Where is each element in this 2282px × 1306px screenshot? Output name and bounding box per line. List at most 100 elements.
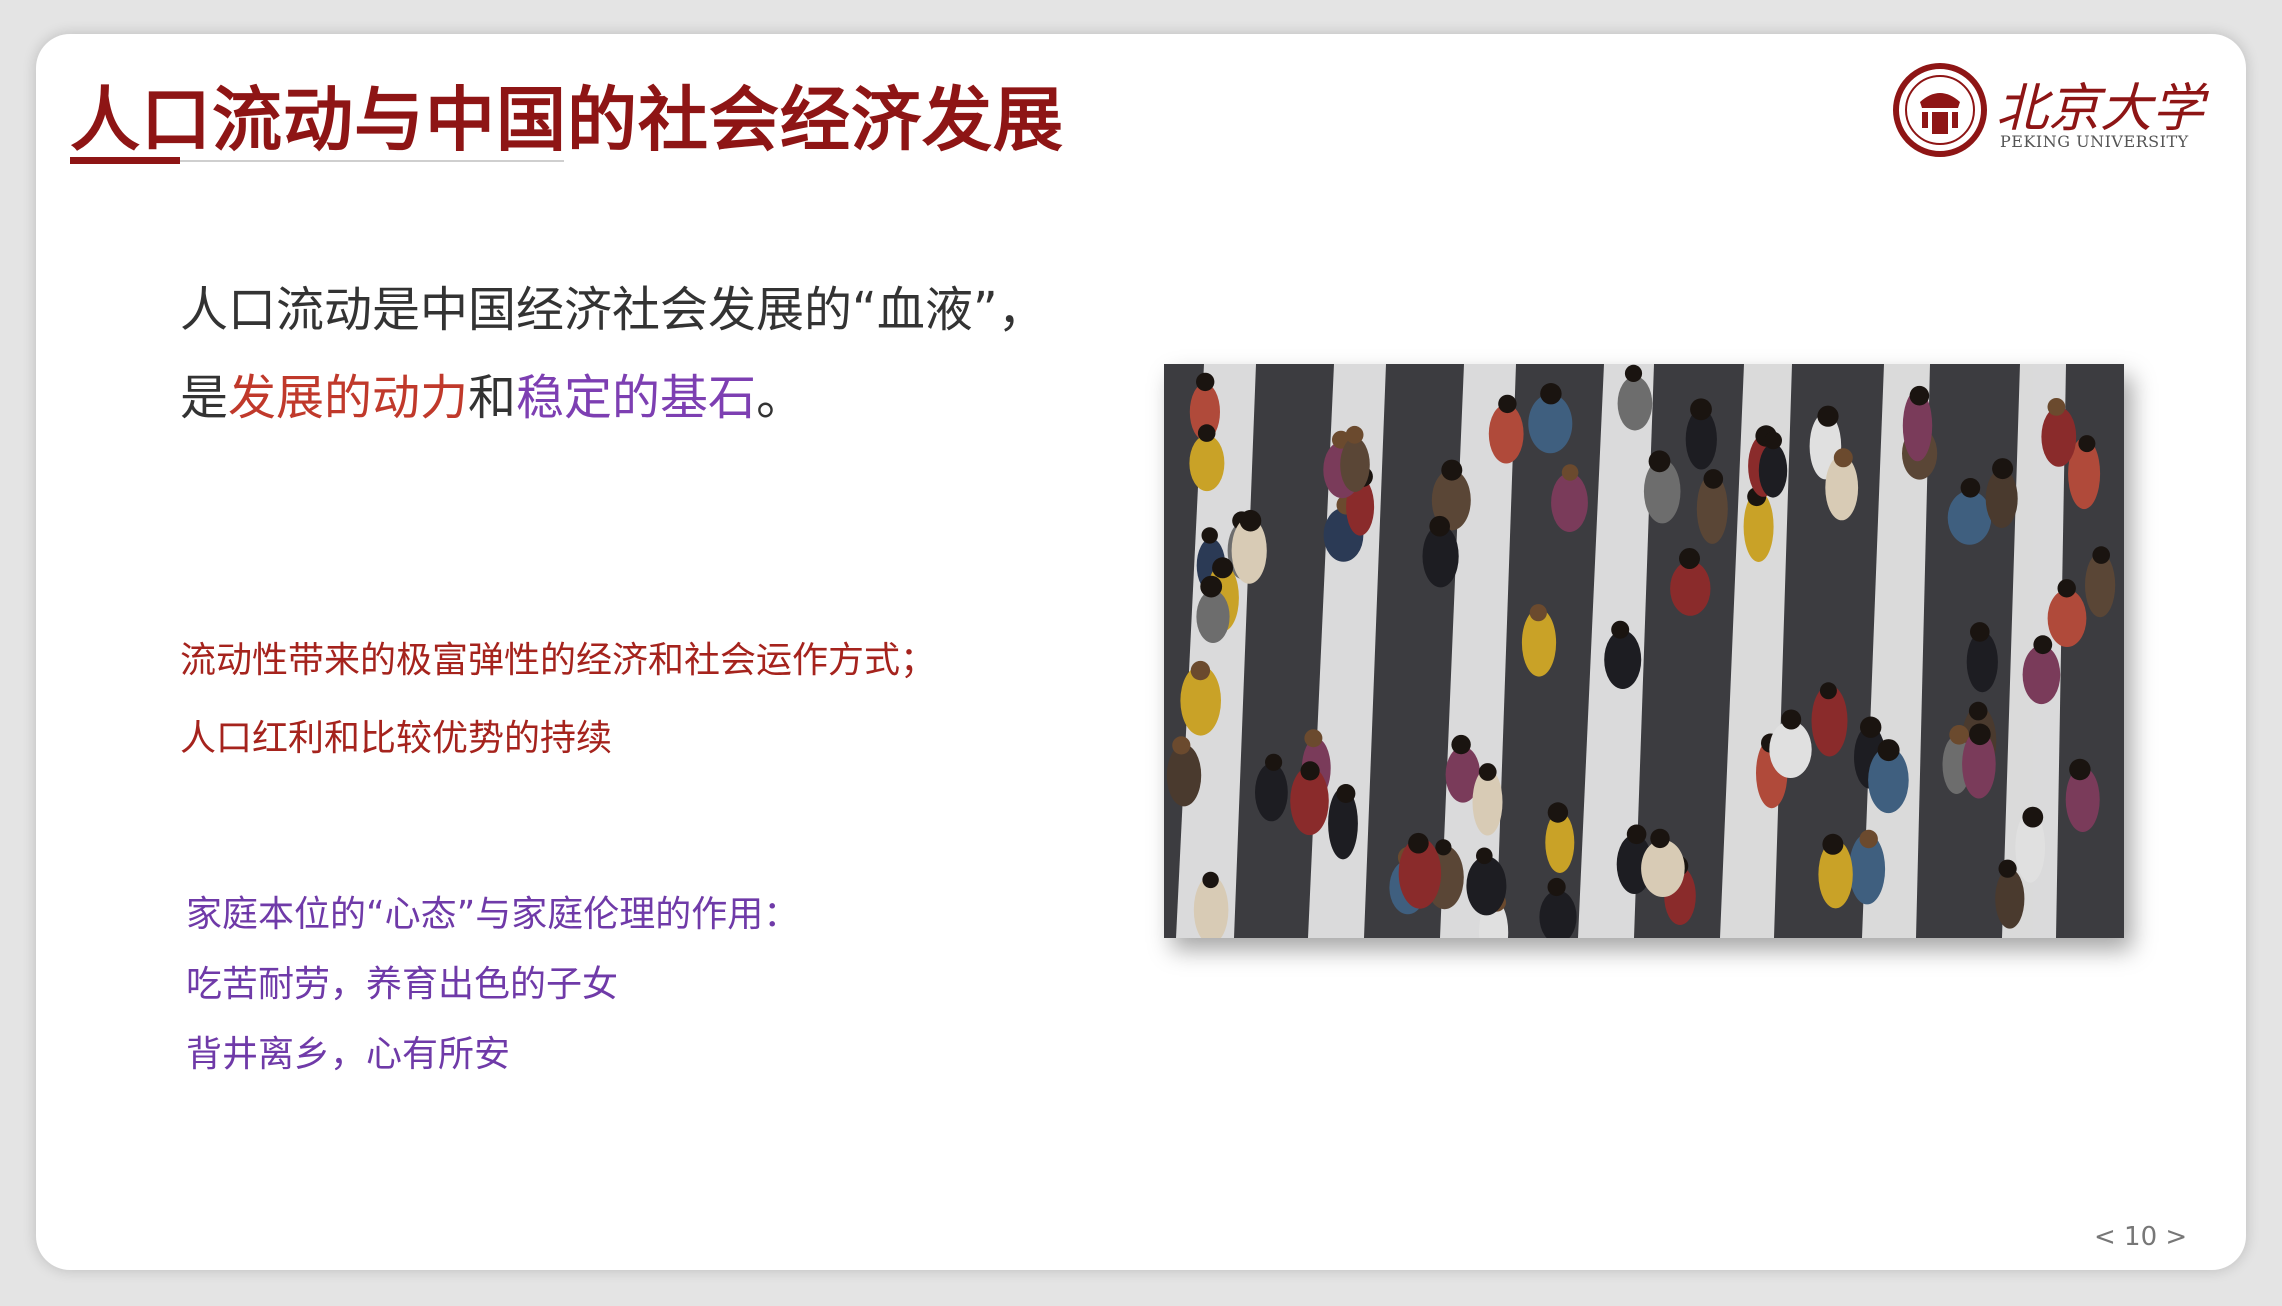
- pedestrian-head: [1200, 575, 1223, 598]
- pedestrian-head: [1239, 509, 1262, 532]
- pedestrian-body: [1641, 839, 1685, 897]
- pedestrian-head: [1212, 557, 1234, 579]
- pedestrian-head: [1960, 478, 1981, 498]
- pedestrian-head: [1781, 709, 1802, 730]
- pedestrian-head: [1949, 725, 1969, 745]
- lead-line-1: 人口流动是中国经济社会发展的“血液”，: [180, 282, 1046, 338]
- pedestrian-head: [1547, 802, 1569, 823]
- family-point: 背井离乡，心有所安: [186, 1034, 511, 1075]
- pedestrian-body: [2047, 589, 2087, 647]
- family-point: 家庭本位的“心态”与家庭伦理的作用：: [186, 894, 800, 935]
- pedestrian-head: [2033, 635, 2053, 655]
- pedestrian-body: [1255, 763, 1288, 822]
- pedestrian-head: [1451, 734, 1471, 755]
- pedestrian-body: [1189, 435, 1225, 492]
- crowd-crosswalk-photo: [1164, 364, 2124, 938]
- pedestrian-head: [2078, 435, 2096, 453]
- pedestrian-head: [1679, 548, 1700, 569]
- pedestrian-head: [1190, 660, 1211, 681]
- economic-points: 流动性带来的极富弹性的经济和社会运作方式； 人口红利和比较优势的持续: [180, 622, 936, 778]
- pedestrian-head: [1304, 729, 1323, 748]
- pedestrian-body: [1995, 868, 2025, 929]
- crowd-photo-image: [1164, 364, 2124, 938]
- lead-highlight-power: 发展的动力: [228, 370, 469, 426]
- pedestrian-head: [1498, 394, 1517, 414]
- pedestrian-head: [1202, 871, 1219, 889]
- pedestrian-body: [1769, 721, 1812, 778]
- pedestrian-head: [1429, 515, 1450, 537]
- pedestrian-body: [1670, 561, 1711, 616]
- logo-name-en: PEKING UNIVERSITY: [2000, 132, 2189, 151]
- pedestrian-head: [1547, 877, 1566, 897]
- university-logo: 北京大学 PEKING UNIVERSITY: [1892, 62, 2222, 162]
- pedestrian-head: [2092, 546, 2110, 564]
- pedestrian-head: [1833, 448, 1853, 468]
- pedestrian-head: [1201, 527, 1218, 544]
- pedestrian-head: [1172, 736, 1191, 755]
- economic-point: 人口红利和比较优势的持续: [180, 718, 613, 759]
- pedestrian-head: [1435, 839, 1452, 856]
- slide: 人口流动与中国的社会经济发展 北京大学 PEKING UNIVERSITY 人口…: [36, 34, 2246, 1270]
- pedestrian-head: [1476, 847, 1493, 865]
- logo-name-cn: 北京大学: [1996, 79, 2205, 139]
- pedestrian-head: [1650, 828, 1670, 849]
- pedestrian-head: [1970, 622, 1990, 642]
- pedestrian-head: [1196, 372, 1215, 392]
- lead-statement: 人口流动是中国经济社会发展的“血液”， 是发展的动力和稳定的基石。: [180, 266, 1046, 442]
- pedestrian-head: [1300, 761, 1320, 781]
- pedestrian-head: [2057, 579, 2076, 598]
- pedestrian-head: [2069, 758, 2091, 781]
- pedestrian-body: [1947, 490, 1992, 545]
- pedestrian-head: [1859, 829, 1878, 849]
- pedestrian-head: [1624, 364, 1643, 382]
- pedestrian-head: [1197, 424, 1216, 442]
- pedestrian-head: [1690, 398, 1712, 421]
- pedestrian-head: [1648, 450, 1671, 473]
- pedestrian-head: [1265, 753, 1283, 771]
- pedestrian-head: [1540, 383, 1562, 405]
- pedestrian-head: [1819, 682, 1837, 700]
- pedestrian-head: [1478, 763, 1497, 781]
- lead-line-2: 是发展的动力和稳定的基石。: [180, 354, 1046, 442]
- pedestrian-head: [1336, 784, 1356, 803]
- pedestrian-head: [1992, 458, 2014, 480]
- economic-point: 流动性带来的极富弹性的经济和社会运作方式；: [180, 640, 937, 681]
- peking-university-emblem-icon: [1893, 63, 1987, 157]
- pedestrian-body: [1196, 590, 1230, 643]
- pedestrian-head: [1817, 405, 1839, 427]
- pedestrian-head: [1561, 464, 1579, 481]
- pedestrian-head: [1969, 723, 1991, 746]
- family-point: 吃苦耐劳，养育出色的子女: [186, 964, 619, 1005]
- pedestrian-head: [2022, 806, 2044, 828]
- pedestrian-body: [1466, 856, 1507, 916]
- title-underline-accent: [70, 157, 180, 164]
- pedestrian-head: [2047, 398, 2066, 416]
- family-points: 家庭本位的“心态”与家庭伦理的作用： 吃苦耐劳，养育出色的子女 背井离乡，心有所…: [186, 880, 799, 1090]
- pedestrian-head: [1626, 824, 1647, 845]
- lead-highlight-cornerstone: 稳定的基石: [516, 370, 757, 426]
- pedestrian-head: [1345, 425, 1364, 444]
- pedestrian-body: [2022, 645, 2061, 705]
- pedestrian-head: [1998, 859, 2017, 878]
- pedestrian-head: [1860, 716, 1882, 738]
- pedestrian-body: [1340, 437, 1370, 492]
- pedestrian-head: [1764, 431, 1782, 450]
- pedestrian-body: [2041, 407, 2077, 467]
- lead-text: 是: [180, 370, 229, 426]
- pedestrian-head: [1822, 833, 1844, 855]
- slide-title: 人口流动与中国的社会经济发展: [70, 79, 1064, 161]
- pedestrian-head: [1877, 739, 1900, 762]
- lead-text: 。: [756, 370, 805, 426]
- pedestrian-body: [1617, 376, 1653, 431]
- pedestrian-head: [1441, 459, 1463, 481]
- pedestrian-body: [1488, 404, 1524, 464]
- pedestrian-head: [1909, 385, 1930, 406]
- pedestrian-body: [1758, 443, 1788, 498]
- pedestrian-head: [1529, 604, 1547, 622]
- pedestrian-head: [1408, 832, 1429, 854]
- pedestrian-head: [1611, 620, 1630, 639]
- pedestrian-body: [1551, 473, 1588, 532]
- lead-text: 和: [468, 370, 517, 426]
- pedestrian-body: [1604, 630, 1642, 689]
- page-number: < 10 >: [2094, 1222, 2188, 1252]
